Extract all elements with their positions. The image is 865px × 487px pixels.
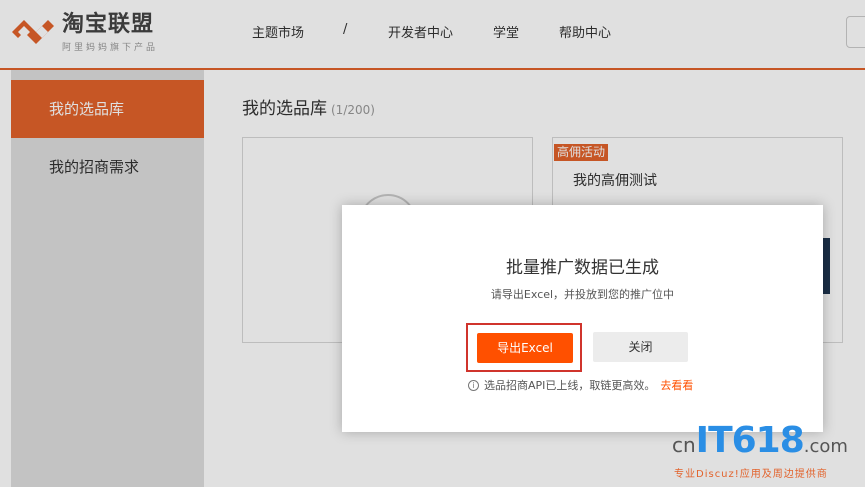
export-dialog: 批量推广数据已生成 请导出Excel，并投放到您的推广位中 导出Excel 关闭…	[342, 205, 823, 432]
watermark-com: .com	[803, 436, 848, 457]
watermark: cnIT618.com 专业Discuz!应用及周边提供商	[668, 418, 865, 487]
dialog-note-text: 选品招商API已上线，取链更高效。	[484, 379, 656, 392]
dialog-title: 批量推广数据已生成	[506, 258, 659, 278]
close-button[interactable]: 关闭	[593, 332, 688, 362]
watermark-tagline: 专业Discuz!应用及周边提供商	[674, 469, 828, 480]
export-excel-button[interactable]: 导出Excel	[477, 333, 573, 363]
dialog-note: i 选品招商API已上线，取链更高效。 去看看	[468, 377, 693, 393]
export-highlight-box: 导出Excel	[466, 323, 582, 372]
info-icon: i	[468, 379, 479, 391]
watermark-cn: cn	[672, 433, 696, 457]
dialog-subtitle: 请导出Excel，并投放到您的推广位中	[490, 288, 675, 301]
watermark-it: IT618	[695, 420, 805, 461]
go-see-link[interactable]: 去看看	[660, 377, 693, 393]
